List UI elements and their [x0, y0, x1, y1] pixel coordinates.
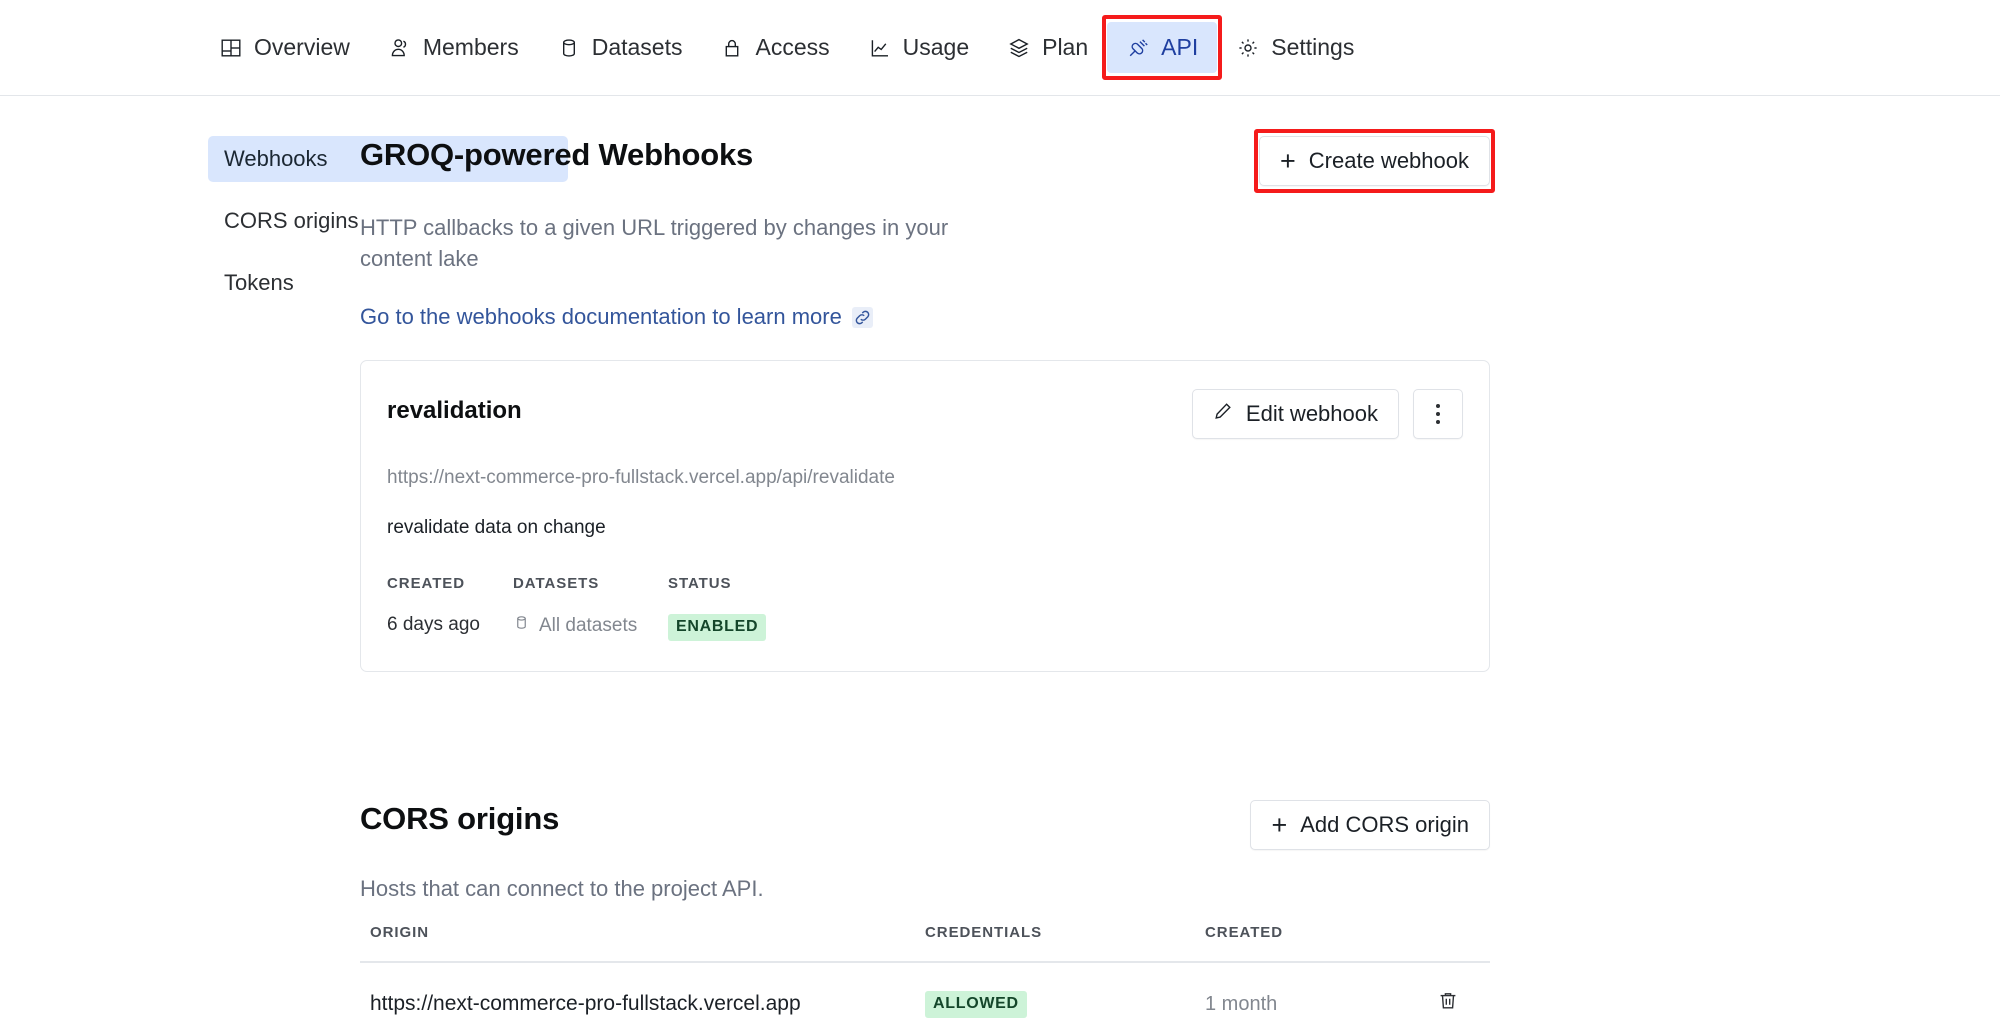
cors-description: Hosts that can connect to the project AP… [360, 876, 1490, 902]
meta-value: All datasets [539, 615, 637, 637]
cors-created: 1 month [1195, 962, 1405, 1021]
lock-icon [720, 36, 744, 60]
meta-label: DATASETS [513, 575, 668, 592]
cors-origin: https://next-commerce-pro-fullstack.verc… [360, 962, 915, 1021]
layers-icon [1007, 36, 1031, 60]
tab-api[interactable]: API [1107, 22, 1217, 73]
primary-nav: Overview Members Datasets Access [0, 0, 2000, 96]
column-header-created: CREATED [1195, 924, 1405, 962]
table-row: https://next-commerce-pro-fullstack.verc… [360, 962, 1490, 1021]
tab-overview[interactable]: Overview [200, 22, 369, 73]
tab-label: Datasets [592, 34, 683, 61]
tab-access[interactable]: Access [701, 22, 848, 73]
webhook-meta-datasets: DATASETS All datasets [513, 575, 668, 641]
sidebar-item-label: Tokens [224, 270, 294, 296]
webhooks-doc-link-label: Go to the webhooks documentation to lear… [360, 304, 842, 330]
pencil-icon [1213, 401, 1233, 427]
tab-usage[interactable]: Usage [849, 22, 988, 73]
webhook-name: revalidation [387, 389, 522, 425]
status-badge: ENABLED [668, 614, 766, 641]
api-sidebar: Webhooks CORS origins Tokens [0, 136, 360, 1021]
tab-label: Access [755, 34, 829, 61]
more-vertical-icon [1436, 404, 1440, 424]
create-webhook-button[interactable]: + Create webhook [1259, 136, 1490, 186]
edit-webhook-button[interactable]: Edit webhook [1192, 389, 1399, 439]
add-cors-origin-button[interactable]: + Add CORS origin [1250, 800, 1490, 850]
gear-icon [1236, 36, 1260, 60]
column-header-actions [1405, 924, 1490, 962]
webhook-url: https://next-commerce-pro-fullstack.verc… [387, 467, 1463, 489]
webhook-meta-created: CREATED 6 days ago [387, 575, 513, 641]
users-icon [388, 36, 412, 60]
column-header-credentials: CREDENTIALS [915, 924, 1195, 962]
plug-icon [1126, 36, 1150, 60]
page-title: GROQ-powered Webhooks [360, 136, 753, 173]
meta-value-wrap: ENABLED [668, 614, 766, 641]
sidebar-item-label: Webhooks [224, 146, 328, 172]
webhook-card-header: revalidation Edit webhook [387, 389, 1463, 439]
meta-value-wrap: All datasets [513, 614, 668, 637]
trash-icon [1436, 989, 1460, 1016]
tab-label: Usage [903, 34, 969, 61]
tab-label: Plan [1042, 34, 1088, 61]
add-cors-origin-label: Add CORS origin [1300, 812, 1469, 838]
webhooks-section-header: GROQ-powered Webhooks + Create webhook [360, 136, 1490, 186]
cors-section-header: CORS origins + Add CORS origin [360, 800, 1490, 850]
credentials-badge: ALLOWED [925, 991, 1027, 1018]
tab-label: API [1161, 34, 1198, 61]
meta-label: CREATED [387, 575, 513, 592]
meta-value: 6 days ago [387, 614, 513, 636]
webhooks-section: GROQ-powered Webhooks + Create webhook H… [360, 136, 1490, 672]
chart-line-icon [868, 36, 892, 60]
webhooks-doc-link[interactable]: Go to the webhooks documentation to lear… [360, 304, 873, 330]
tab-plan[interactable]: Plan [988, 22, 1107, 73]
webhook-card-actions: Edit webhook [1192, 389, 1463, 439]
webhook-description: revalidate data on change [387, 517, 1463, 539]
tab-label: Members [423, 34, 519, 61]
plus-icon: + [1271, 812, 1287, 839]
tab-datasets[interactable]: Datasets [538, 22, 702, 73]
cors-section: CORS origins + Add CORS origin Hosts tha… [360, 800, 1490, 1021]
create-webhook-highlight: + Create webhook [1259, 136, 1490, 186]
column-header-origin: ORIGIN [360, 924, 915, 962]
tab-label: Overview [254, 34, 350, 61]
webhook-more-menu-button[interactable] [1413, 389, 1463, 439]
webhook-meta-status: STATUS ENABLED [668, 575, 766, 641]
plus-icon: + [1280, 148, 1296, 175]
create-webhook-label: Create webhook [1309, 148, 1469, 174]
layout-icon [219, 36, 243, 60]
table-header-row: ORIGIN CREDENTIALS CREATED [360, 924, 1490, 962]
webhook-meta: CREATED 6 days ago DATASETS [387, 575, 1463, 641]
tab-label: Settings [1271, 34, 1354, 61]
cors-title: CORS origins [360, 800, 559, 837]
database-icon [513, 614, 530, 637]
delete-cors-origin-button[interactable] [1436, 989, 1460, 1016]
webhooks-description: HTTP callbacks to a given URL triggered … [360, 212, 950, 274]
sidebar-item-label: CORS origins [224, 208, 358, 234]
tab-settings[interactable]: Settings [1217, 22, 1373, 73]
cors-table: ORIGIN CREDENTIALS CREATED https://next-… [360, 924, 1490, 1021]
tab-members[interactable]: Members [369, 22, 538, 73]
meta-label: STATUS [668, 575, 766, 592]
cors-credentials-cell: ALLOWED [915, 962, 1195, 1021]
database-icon [557, 36, 581, 60]
cors-actions-cell [1405, 962, 1490, 1021]
link-icon [852, 307, 873, 328]
main-content: GROQ-powered Webhooks + Create webhook H… [360, 136, 1490, 1021]
page-body: Webhooks CORS origins Tokens GROQ-powere… [0, 96, 2000, 1021]
edit-webhook-label: Edit webhook [1246, 401, 1378, 427]
webhook-card: revalidation Edit webhook [360, 360, 1490, 672]
